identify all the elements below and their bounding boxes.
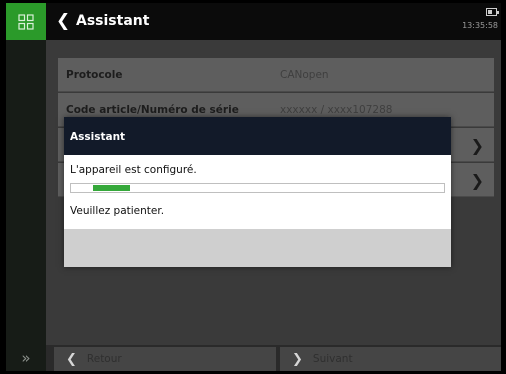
next-button-label: Suivant xyxy=(312,353,353,365)
home-button[interactable] xyxy=(6,3,46,40)
progress-fill xyxy=(93,185,130,191)
param-label: Code article/Numéro de série xyxy=(66,104,239,116)
sidebar-expand-button[interactable]: » xyxy=(6,345,46,371)
grid-icon xyxy=(18,13,34,30)
chevron-right-icon: ❯ xyxy=(470,171,484,190)
dialog-title: Assistant xyxy=(70,131,126,143)
double-chevron-right-icon: » xyxy=(21,349,31,367)
back-button-label: Retour xyxy=(86,353,122,365)
chevron-left-icon: ❮ xyxy=(66,351,77,367)
battery-icon xyxy=(486,8,499,16)
header: ❮ Assistant 13:35:58 xyxy=(46,3,501,40)
back-button[interactable]: ❮ Retour xyxy=(54,347,276,371)
param-label: Protocole xyxy=(66,69,123,81)
dialog-wait-text: Veuillez patienter. xyxy=(70,205,165,217)
param-value: xxxxxx / xxxx107288 xyxy=(280,104,393,116)
dialog-header: Assistant xyxy=(64,117,451,155)
sidebar: » xyxy=(6,3,46,371)
dialog-message: L'appareil est configuré. xyxy=(70,164,197,176)
param-value: CANopen xyxy=(280,69,329,81)
back-chevron-icon[interactable]: ❮ xyxy=(56,13,70,30)
dialog-footer xyxy=(64,229,451,267)
page-title: Assistant xyxy=(76,13,150,29)
next-button[interactable]: ❯ Suivant xyxy=(280,347,501,371)
footer: ❮ Retour ❯ Suivant xyxy=(46,345,501,371)
progress-bar xyxy=(70,183,445,193)
assistant-dialog: Assistant L'appareil est configuré. Veui… xyxy=(64,117,451,267)
clock: 13:35:58 xyxy=(462,21,498,30)
chevron-right-icon: ❯ xyxy=(292,351,303,367)
param-row-protocol: Protocole CANopen xyxy=(58,58,494,92)
chevron-right-icon: ❯ xyxy=(470,136,484,155)
